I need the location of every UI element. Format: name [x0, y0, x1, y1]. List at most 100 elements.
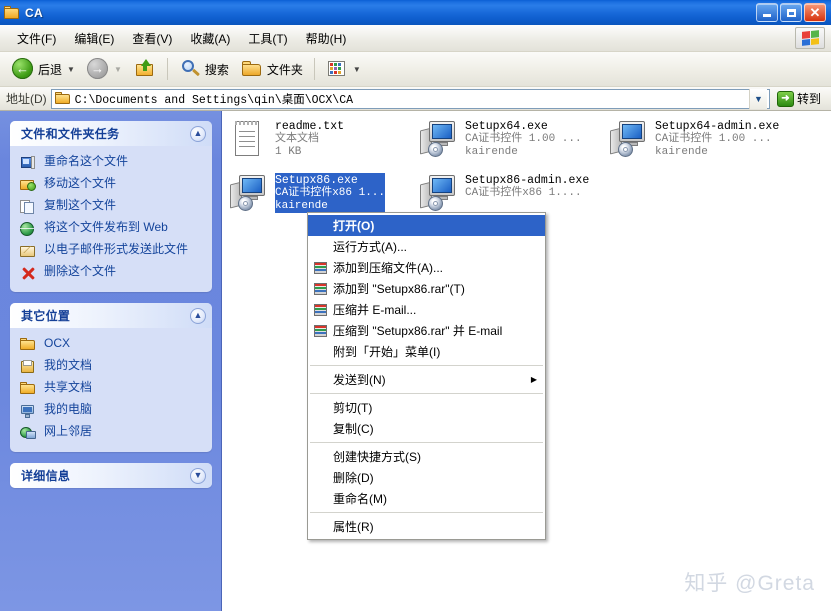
windows-flag-icon: [795, 27, 825, 49]
menu-item-label: 属性(R): [333, 520, 374, 534]
menu-favorites[interactable]: 收藏(A): [181, 27, 239, 50]
my-documents-icon: [20, 359, 37, 375]
context-menu-item-send-to[interactable]: 发送到(N) ▶: [308, 369, 545, 390]
file-item[interactable]: Setupx64.exe CA证书控件 1.00 ... kairende: [418, 119, 614, 159]
context-menu-item-run-as[interactable]: 运行方式(A)...: [308, 236, 545, 257]
sidebar-item-rename[interactable]: 重命名这个文件: [20, 152, 204, 174]
sidebar-item-my-documents[interactable]: 我的文档: [20, 356, 204, 378]
menu-item-label: 添加到 "Setupx86.rar"(T): [333, 282, 465, 296]
panel-other-places-title: 其它位置: [21, 309, 71, 323]
context-menu-item-copy[interactable]: 复制(C): [308, 418, 545, 439]
forward-button[interactable]: → ▼: [81, 55, 128, 83]
panel-file-tasks-body: 重命名这个文件 移动这个文件 复制这个文件 将这个文件发布到 Web 以电子邮件…: [10, 146, 212, 292]
panel-file-tasks-header[interactable]: 文件和文件夹任务 ▲: [10, 121, 212, 146]
go-button[interactable]: ➜ 转到: [774, 88, 827, 109]
watermark: 知乎 @Greta: [684, 572, 815, 595]
setup-executable-icon: [228, 173, 268, 213]
views-dropdown-icon[interactable]: ▼: [353, 65, 361, 74]
search-button[interactable]: 搜索: [173, 55, 235, 83]
sidebar-item-publish-web[interactable]: 将这个文件发布到 Web: [20, 218, 204, 240]
file-name: Setupx64.exe: [465, 120, 548, 133]
setup-executable-icon: [608, 119, 648, 159]
sidebar-item-label: 共享文档: [44, 380, 93, 394]
up-button[interactable]: [128, 55, 162, 83]
address-dropdown-button[interactable]: ▼: [748, 88, 767, 109]
rar-icon: [312, 323, 330, 339]
context-menu-item-create-shortcut[interactable]: 创建快捷方式(S): [308, 446, 545, 467]
folder-open-icon: [241, 58, 263, 80]
menu-separator: [310, 512, 543, 513]
menu-item-icon-slot: [312, 519, 330, 535]
file-meta-type: 文本文档: [275, 133, 319, 145]
views-button[interactable]: ▼: [320, 55, 367, 83]
search-icon: [179, 58, 201, 80]
minimize-button[interactable]: [756, 3, 778, 22]
file-meta-size: 1 KB: [275, 146, 302, 158]
address-label: 地址(D): [6, 92, 47, 106]
context-menu-item-compress-and-email[interactable]: 压缩并 E-mail...: [308, 299, 545, 320]
text-document-icon: [228, 119, 268, 159]
chevron-up-icon[interactable]: ▲: [190, 125, 206, 142]
menu-item-icon-slot: [312, 400, 330, 416]
setup-executable-icon: [418, 173, 458, 213]
context-menu-item-delete[interactable]: 删除(D): [308, 467, 545, 488]
sidebar-item-copy[interactable]: 复制这个文件: [20, 196, 204, 218]
rar-icon: [312, 302, 330, 318]
rar-icon: [312, 260, 330, 276]
file-meta-type: CA证书控件 1.00 ...: [655, 133, 772, 145]
file-item[interactable]: readme.txt 文本文档 1 KB: [228, 119, 424, 159]
close-button[interactable]: ✕: [804, 3, 826, 22]
context-menu-item-open[interactable]: 打开(O): [308, 215, 545, 236]
context-menu-item-cut[interactable]: 剪切(T): [308, 397, 545, 418]
folders-button[interactable]: 文件夹: [235, 55, 309, 83]
menu-file[interactable]: 文件(F): [8, 27, 65, 50]
file-item[interactable]: Setupx64-admin.exe CA证书控件 1.00 ... kaire…: [608, 119, 804, 159]
sidebar-item-network-places[interactable]: 网上邻居: [20, 422, 204, 444]
go-label: 转到: [796, 92, 821, 106]
address-bar: 地址(D) C:\Documents and Settings\qin\桌面\O…: [0, 87, 831, 111]
menu-item-icon-slot: [312, 421, 330, 437]
sidebar-item-ocx[interactable]: OCX: [20, 334, 204, 356]
chevron-up-icon[interactable]: ▲: [190, 307, 206, 324]
menu-separator: [310, 365, 543, 366]
back-dropdown-icon[interactable]: ▼: [67, 65, 75, 74]
folder-icon: [20, 337, 37, 353]
context-menu: 打开(O) 运行方式(A)... 添加到压缩文件(A)... 添加到 "Setu…: [307, 212, 546, 540]
menu-item-label: 剪切(T): [333, 401, 373, 415]
menu-edit[interactable]: 编辑(E): [65, 27, 123, 50]
sidebar: 文件和文件夹任务 ▲ 重命名这个文件 移动这个文件 复制这个文件 将这个文件发布…: [0, 111, 222, 611]
address-input[interactable]: C:\Documents and Settings\qin\桌面\OCX\CA …: [50, 88, 770, 109]
sidebar-item-delete[interactable]: 删除这个文件: [20, 262, 204, 284]
sidebar-item-move[interactable]: 移动这个文件: [20, 174, 204, 196]
menu-view[interactable]: 查看(V): [123, 27, 181, 50]
sidebar-item-my-computer[interactable]: 我的电脑: [20, 400, 204, 422]
up-folder-icon: [134, 58, 156, 80]
context-menu-item-compress-named-and-email[interactable]: 压缩到 "Setupx86.rar" 并 E-mail: [308, 320, 545, 341]
file-item[interactable]: Setupx86-admin.exe CA证书控件x86 1....: [418, 173, 614, 213]
move-icon: [20, 177, 37, 193]
context-menu-item-pin-to-start[interactable]: 附到「开始」菜单(I): [308, 341, 545, 362]
context-menu-item-rename[interactable]: 重命名(M): [308, 488, 545, 509]
forward-dropdown-icon: ▼: [113, 64, 122, 74]
context-menu-item-add-to-archive[interactable]: 添加到压缩文件(A)...: [308, 257, 545, 278]
panel-details-header[interactable]: 详细信息 ▼: [10, 463, 212, 488]
address-value: C:\Documents and Settings\qin\桌面\OCX\CA: [74, 93, 354, 107]
sidebar-item-label: 复制这个文件: [44, 198, 117, 212]
file-item-selected[interactable]: Setupx86.exe CA证书控件x86 1... kairende: [228, 173, 424, 213]
sidebar-item-email[interactable]: 以电子邮件形式发送此文件: [20, 240, 204, 262]
back-button[interactable]: ← 后退 ▼: [6, 55, 81, 83]
panel-other-places-header[interactable]: 其它位置 ▲: [10, 303, 212, 328]
views-icon: [326, 58, 348, 80]
context-menu-item-add-to-named-rar[interactable]: 添加到 "Setupx86.rar"(T): [308, 278, 545, 299]
chevron-down-icon[interactable]: ▼: [190, 467, 206, 484]
sidebar-item-shared-documents[interactable]: 共享文档: [20, 378, 204, 400]
menu-help[interactable]: 帮助(H): [297, 27, 356, 50]
file-name: Setupx64-admin.exe: [655, 120, 780, 133]
folder-icon: [4, 5, 20, 20]
maximize-button[interactable]: [780, 3, 802, 22]
menu-tools[interactable]: 工具(T): [239, 27, 296, 50]
sidebar-item-label: 移动这个文件: [44, 176, 117, 190]
file-meta-type: CA证书控件x86 1...: [275, 187, 386, 199]
context-menu-item-properties[interactable]: 属性(R): [308, 516, 545, 537]
menu-item-label: 创建快捷方式(S): [333, 450, 421, 464]
